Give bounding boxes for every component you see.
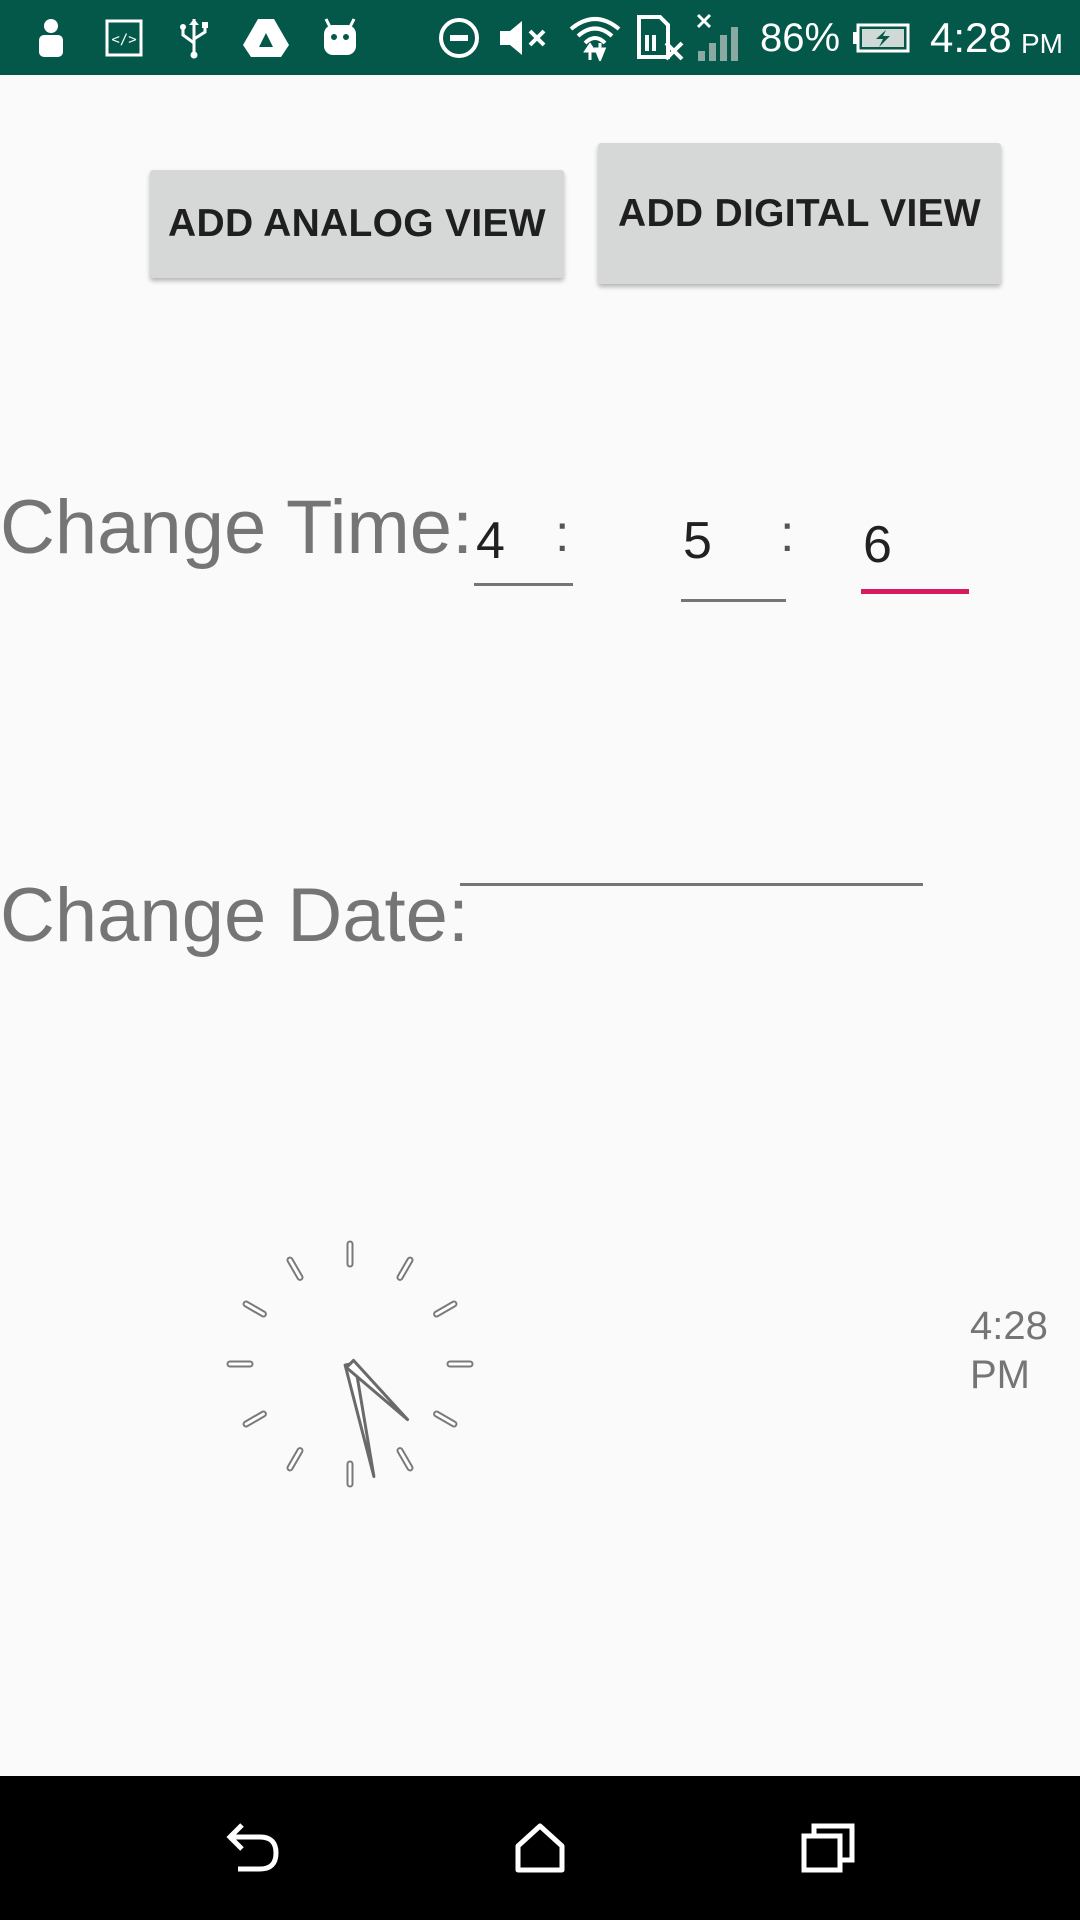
usb-icon [176,16,212,60]
navigation-bar [0,1776,1080,1920]
battery-charging-icon [852,16,910,60]
analog-clock [226,1240,474,1488]
change-time-label: Change Time: [0,485,474,570]
minute-value: 5 [683,512,712,570]
wifi-icon [568,16,622,61]
code-icon: </> [104,16,144,60]
add-analog-view-button[interactable]: ADD ANALOG VIEW [150,170,564,278]
home-icon[interactable] [500,1812,580,1884]
status-ampm: PM [1021,28,1063,59]
second-value: 6 [863,516,892,574]
no-sim-icon [636,15,684,61]
digital-clock: 4:28 PM [970,1302,1048,1400]
time-separator: : [780,505,795,563]
back-icon[interactable] [214,1812,294,1884]
battery-percent: 86% [760,16,841,60]
android-icon [318,16,362,60]
add-digital-view-button[interactable]: ADD DIGITAL VIEW [598,143,1001,284]
time-separator: : [555,505,570,563]
digital-clock-ampm: PM [970,1353,1030,1397]
drive-icon [240,16,292,60]
svg-text:</>: </> [111,32,136,48]
digital-clock-time: 4:28 [970,1304,1048,1348]
hour-value: 4 [476,512,505,570]
signal-icon [694,13,746,61]
date-input[interactable] [460,800,923,886]
status-time: 4:28 [930,14,1012,61]
person-icon [34,16,68,60]
status-bar: </> 86% 4:28 PM [0,0,1080,75]
mute-icon [498,16,550,60]
minute-input[interactable]: 5 [681,502,786,602]
second-input[interactable]: 6 [861,508,969,594]
do-not-disturb-icon [436,16,482,60]
recents-icon[interactable] [788,1812,868,1884]
change-date-label: Change Date: [0,873,469,958]
